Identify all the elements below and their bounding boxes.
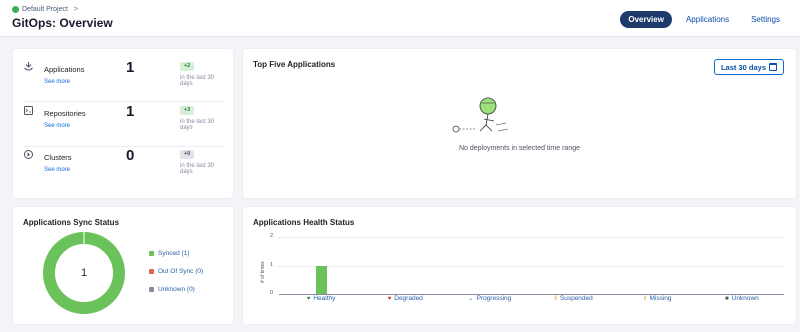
health-status-card: Applications Health Status # of times 0 1…	[242, 206, 797, 325]
delta-badge: +2	[180, 62, 194, 71]
time-range-label: Last 30 days	[720, 62, 766, 72]
heart-icon: ♥	[306, 295, 311, 302]
legend-swatch	[149, 269, 154, 274]
delta-badge: +3	[180, 106, 194, 115]
arrow-right-icon: →	[467, 295, 474, 302]
pause-icon: ‖	[554, 295, 557, 302]
legend-label: Unknown (0)	[158, 286, 195, 293]
x-category-missing: ‖ Missing	[644, 295, 672, 302]
x-axis-line	[279, 294, 784, 295]
repo-icon	[23, 105, 34, 116]
top-nav: Overview Applications Settings	[614, 11, 788, 28]
time-range-button[interactable]: Last 30 days	[713, 59, 784, 75]
x-tick-label: Unknown	[731, 295, 759, 302]
bar-healthy[interactable]	[315, 265, 327, 294]
x-category-unknown: ■ Unknown	[725, 295, 759, 302]
legend-unknown[interactable]: Unknown (0)	[149, 285, 203, 294]
tab-settings[interactable]: Settings	[743, 11, 788, 28]
x-tick-label: Progressing	[476, 295, 512, 302]
tab-applications[interactable]: Applications	[678, 11, 737, 28]
page-header: Default Project > GitOps: Overview Overv…	[0, 0, 800, 37]
summary-stats-card: Applications See more 1 +2 in the last 3…	[12, 48, 234, 199]
grid-line	[279, 237, 784, 238]
project-icon	[12, 6, 19, 13]
legend-synced[interactable]: Synced (1)	[149, 249, 203, 258]
page-title: GitOps: Overview	[12, 16, 113, 30]
see-more-link[interactable]: See more	[44, 167, 70, 173]
stat-value: 0	[126, 147, 135, 164]
x-category-suspended: ‖ Suspended	[554, 295, 592, 302]
legend-label: Synced (1)	[158, 250, 190, 257]
empty-state-illustration	[452, 97, 509, 133]
app-icon	[23, 61, 34, 72]
see-more-link[interactable]: See more	[44, 79, 70, 85]
unknown-icon: ■	[725, 295, 729, 302]
stat-label: Clusters	[44, 153, 72, 162]
stat-period: in the last 30 days	[180, 75, 215, 87]
legend-out-of-sync[interactable]: Out Of Sync (0)	[149, 267, 203, 276]
x-category-progressing: → Progressing	[468, 295, 512, 302]
legend-label: Out Of Sync (0)	[158, 268, 204, 275]
stat-period: in the last 30 days	[180, 119, 215, 131]
empty-state-message: No deployments in selected time range	[458, 145, 580, 152]
y-tick-label: 2	[269, 233, 273, 239]
card-title: Applications Health Status	[253, 218, 355, 227]
sync-status-card: Applications Sync Status 1 Synced (1) Ou…	[12, 206, 234, 325]
x-tick-label: Healthy	[313, 295, 336, 302]
x-category-degraded: ♥ Degraded	[388, 295, 423, 302]
legend-swatch	[149, 287, 154, 292]
stat-value: 1	[126, 59, 135, 76]
delta-badge: +0	[180, 150, 194, 159]
stat-period: in the last 30 days	[180, 163, 215, 175]
sync-legend: Synced (1) Out Of Sync (0) Unknown (0)	[149, 249, 203, 303]
stat-repositories: Repositories See more 1 +3 in the last 3…	[23, 99, 225, 143]
x-category-healthy: ♥ Healthy	[307, 295, 336, 302]
x-tick-label: Degraded	[394, 295, 423, 302]
y-axis-label: # of times	[260, 261, 266, 283]
see-more-link[interactable]: See more	[44, 123, 70, 129]
stat-clusters: Clusters See more 0 +0 in the last 30 da…	[23, 143, 225, 187]
y-tick-label: 1	[269, 261, 273, 268]
top-five-applications-card: Top Five Applications Last 30 days No de…	[242, 48, 797, 199]
warning-icon: ‖	[643, 295, 647, 302]
stat-label: Applications	[44, 65, 85, 74]
stat-label: Repositories	[44, 109, 86, 118]
breadcrumb-project-link[interactable]: Default Project	[22, 6, 68, 13]
breadcrumb: Default Project >	[12, 6, 78, 13]
x-tick-label: Suspended	[559, 295, 593, 302]
calendar-icon	[769, 63, 777, 71]
stat-applications: Applications See more 1 +2 in the last 3…	[23, 55, 225, 99]
y-tick-label: 0	[269, 290, 273, 296]
card-title: Applications Sync Status	[23, 218, 120, 227]
legend-swatch	[149, 251, 154, 256]
broken-heart-icon: ♥	[387, 295, 392, 302]
breadcrumb-separator: >	[73, 6, 79, 13]
x-tick-label: Missing	[649, 295, 672, 302]
donut-total: 1	[80, 267, 88, 279]
stat-value: 1	[126, 103, 135, 120]
card-title: Top Five Applications	[253, 60, 336, 69]
grid-line	[279, 265, 784, 267]
tab-overview[interactable]: Overview	[620, 11, 672, 28]
cluster-icon	[23, 149, 34, 160]
